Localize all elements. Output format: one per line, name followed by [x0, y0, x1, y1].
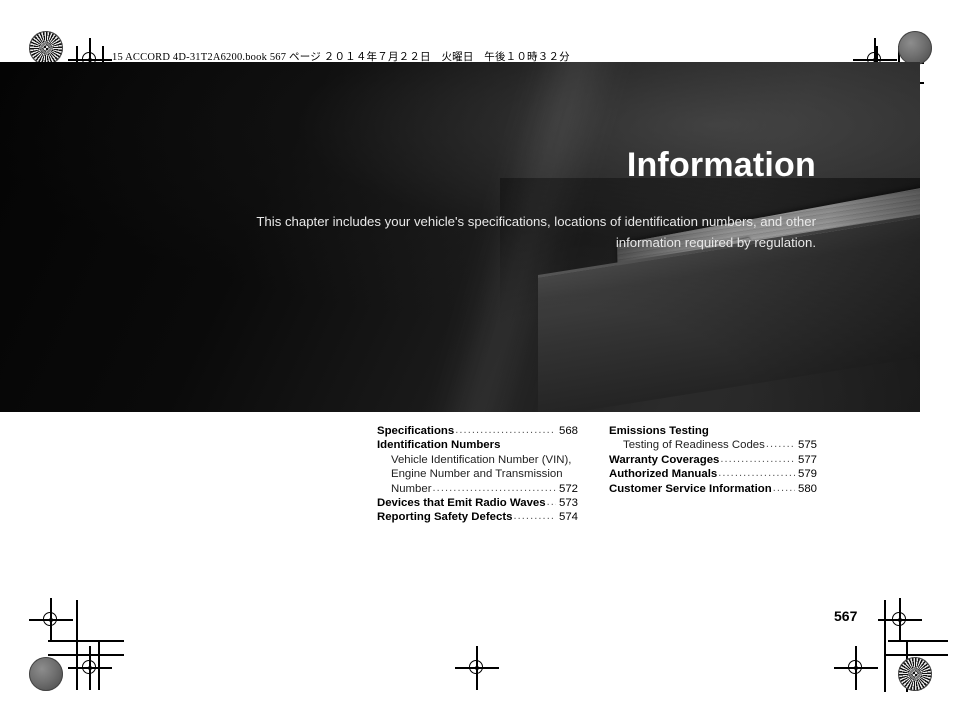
toc-entry-page: 577	[797, 453, 817, 466]
toc-column-right: Emissions Testing.......................…	[609, 424, 817, 525]
toc-entry[interactable]: Engine Number and Transmission..........…	[377, 467, 578, 481]
toc-entry[interactable]: Specifications..........................…	[377, 424, 578, 438]
crop-line-br-h	[888, 640, 948, 642]
chapter-subtitle: This chapter includes your vehicle's spe…	[256, 214, 816, 250]
star-target-bottom-right	[898, 657, 932, 691]
toc-entry-page: 574	[558, 511, 578, 524]
toc-entry-page: 579	[797, 468, 817, 481]
crop-line-br-h2	[884, 654, 948, 656]
density-patch-bottom-left	[29, 657, 63, 691]
density-patch-top-right	[898, 31, 932, 65]
toc-dot-leader: ........................................…	[455, 424, 556, 436]
toc-entry-label: Warranty Coverages	[609, 453, 720, 466]
toc-entry-label: Engine Number and Transmission	[391, 468, 563, 481]
crop-line-bl-v1	[76, 600, 78, 690]
page-number: 567	[834, 608, 858, 624]
toc-dot-leader: ........................................…	[772, 481, 795, 494]
crop-line-bl-h	[48, 640, 124, 642]
toc-entry-label: Customer Service Information	[609, 482, 772, 495]
crop-line-br-v1	[884, 600, 886, 692]
toc-entry-page: 572	[558, 482, 578, 495]
toc-entry[interactable]: Warranty Coverages......................…	[609, 453, 817, 467]
toc-dot-leader: ........................................…	[513, 510, 556, 523]
registration-mark-bottom-center	[455, 646, 499, 690]
toc-entry-label: Authorized Manuals	[609, 468, 718, 481]
toc-entry[interactable]: Reporting Safety Defects................…	[377, 510, 578, 524]
toc-entry[interactable]: Testing of Readiness Codes..............…	[609, 438, 817, 452]
toc-entry[interactable]: Number..................................…	[377, 482, 578, 496]
chapter-hero-banner: I H G Information This chapter includes …	[0, 62, 920, 412]
toc-entry[interactable]: Identification Numbers..................…	[377, 438, 578, 452]
toc-entry-label: Identification Numbers	[377, 439, 501, 452]
chapter-title: Information	[626, 146, 816, 184]
toc-entry-page: 580	[797, 482, 817, 495]
toc-entry-label: Specifications	[377, 425, 455, 437]
toc-entry-page: 573	[558, 497, 578, 510]
chapter-table-of-contents: Specifications..........................…	[377, 424, 817, 525]
star-target-top-left	[29, 31, 63, 65]
toc-entry[interactable]: Devices that Emit Radio Waves...........…	[377, 496, 578, 510]
toc-dot-leader: ........................................…	[765, 438, 795, 451]
registration-mark-bottom-right	[878, 598, 922, 642]
toc-dot-leader: ........................................…	[720, 452, 795, 465]
toc-entry-page: 568	[558, 425, 578, 437]
toc-entry[interactable]: Authorized Manuals......................…	[609, 467, 817, 481]
registration-mark-bottom-left-inner	[68, 646, 112, 690]
registration-mark-bottom-left	[29, 598, 73, 642]
toc-entry[interactable]: Emissions Testing.......................…	[609, 424, 817, 438]
toc-dot-leader: ........................................…	[546, 496, 556, 509]
toc-entry-label: Reporting Safety Defects	[377, 511, 513, 524]
toc-entry-label: Number	[391, 482, 432, 495]
toc-entry-page: 575	[797, 439, 817, 452]
toc-entry[interactable]: Customer Service Information............…	[609, 482, 817, 496]
toc-entry-label: Testing of Readiness Codes	[623, 439, 765, 452]
toc-entry-label: Devices that Emit Radio Waves	[377, 497, 546, 510]
toc-dot-leader: ........................................…	[718, 467, 795, 480]
toc-dot-leader: ........................................…	[432, 481, 556, 494]
registration-mark-bottom-right-inner	[834, 646, 878, 690]
toc-entry-label: Vehicle Identification Number (VIN),	[391, 453, 572, 466]
toc-entry-label: Emissions Testing	[609, 425, 709, 437]
toc-entry[interactable]: Vehicle Identification Number (VIN),....…	[377, 453, 578, 467]
toc-column-left: Specifications..........................…	[377, 424, 578, 525]
